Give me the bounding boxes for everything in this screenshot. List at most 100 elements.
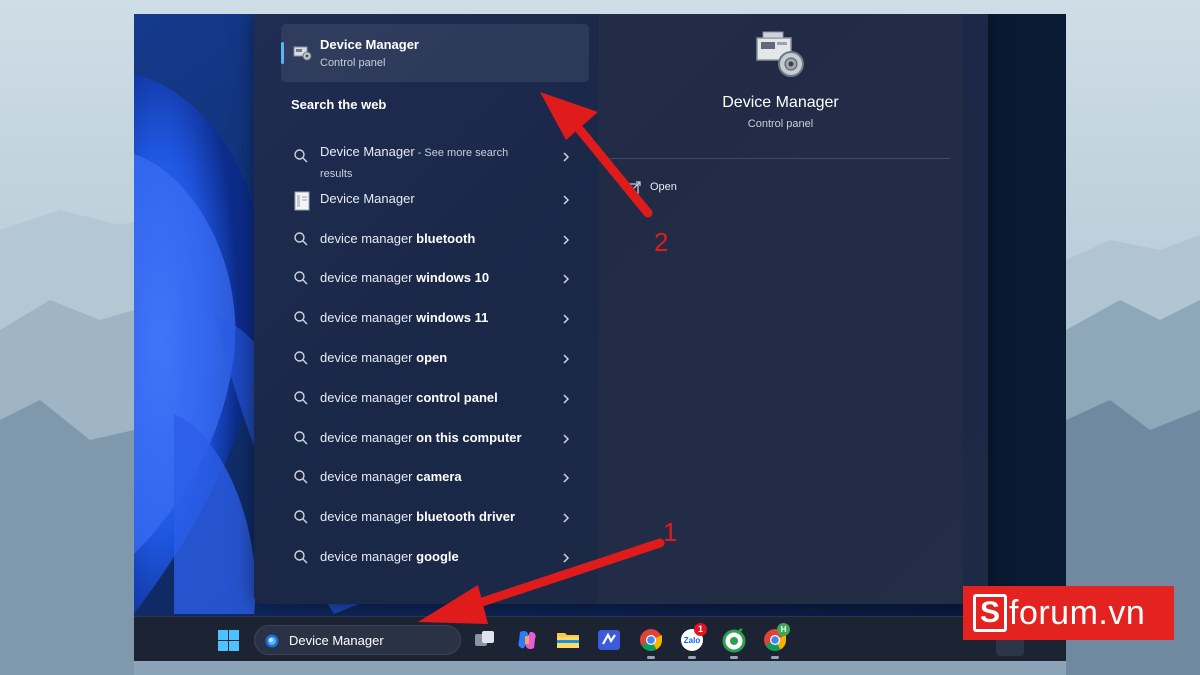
web-result-label: device manager on this computer — [320, 430, 522, 445]
web-result-label: device manager camera — [320, 469, 462, 484]
result-bold-term: windows 10 — [416, 270, 490, 285]
web-result-item[interactable]: device manager google — [281, 538, 589, 576]
web-result-item[interactable]: device manager camera — [281, 458, 589, 496]
coc-coc-button[interactable] — [721, 627, 747, 659]
chrome-button[interactable] — [638, 627, 664, 659]
web-result-label: device manager google — [320, 549, 459, 564]
svg-text:Zalo: Zalo — [684, 636, 701, 645]
search-icon — [293, 350, 309, 371]
best-match-result[interactable]: Device Manager Control panel — [281, 24, 589, 82]
detail-subtitle: Control panel — [747, 118, 814, 130]
chrome-profile-button[interactable]: H — [762, 623, 790, 659]
copilot-button[interactable] — [514, 627, 540, 653]
chevron-right-icon — [561, 150, 571, 168]
running-indicator — [771, 656, 779, 659]
windows-start-icon[interactable] — [218, 630, 240, 657]
web-result-label: Device Manager — [320, 191, 415, 206]
search-icon — [293, 148, 309, 169]
file-explorer-button[interactable] — [555, 627, 581, 653]
result-bold-term: open — [416, 350, 448, 365]
search-icon — [293, 469, 309, 490]
device-manager-icon — [293, 44, 313, 67]
chevron-right-icon — [561, 272, 571, 290]
web-result-label: device manager windows 10 — [320, 270, 489, 285]
open-action-label: Open — [650, 181, 677, 193]
search-icon — [264, 633, 280, 654]
search-icon — [293, 390, 309, 411]
chevron-right-icon — [561, 551, 571, 569]
taskbar-search-box[interactable]: Device Manager — [254, 625, 461, 655]
web-result-item[interactable]: Device Manager — [281, 180, 589, 218]
selection-accent-bar — [281, 42, 284, 64]
chevron-right-icon — [561, 511, 571, 529]
sforum-logo-text: forum.vn — [1009, 593, 1146, 632]
chevron-right-icon — [561, 432, 571, 450]
chevron-right-icon — [561, 471, 571, 489]
open-external-icon — [626, 180, 642, 201]
best-match-subtitle: Control panel — [320, 57, 386, 69]
result-prefix: device manager — [320, 509, 417, 524]
result-prefix: device manager — [320, 549, 417, 564]
web-result-item[interactable]: device manager windows 11 — [281, 299, 589, 337]
search-icon — [293, 549, 309, 570]
result-prefix: device manager — [320, 469, 417, 484]
chevron-right-icon — [561, 352, 571, 370]
running-indicator — [647, 656, 655, 659]
web-result-item[interactable]: device manager bluetooth — [281, 220, 589, 258]
web-result-label: device manager control panel — [320, 390, 498, 405]
taskbar-search-value: Device Manager — [289, 633, 384, 648]
web-result-item[interactable]: device manager windows 10 — [281, 259, 589, 297]
result-bold-term: windows 11 — [416, 310, 489, 325]
chevron-right-icon — [561, 193, 571, 211]
web-result-item[interactable]: device manager bluetooth driver — [281, 498, 589, 536]
result-prefix: device manager — [320, 310, 417, 325]
task-view-button[interactable] — [472, 627, 498, 653]
detail-pane: Device Manager Control panel Open — [598, 14, 963, 604]
search-icon — [293, 509, 309, 530]
search-the-web-heading: Search the web — [291, 97, 387, 112]
search-icon — [293, 430, 309, 451]
start-search-panel: Device Manager Control panel Search the … — [254, 14, 988, 604]
result-bold-term: on this computer — [416, 430, 522, 445]
result-prefix: Device Manager — [320, 144, 415, 159]
result-prefix: device manager — [320, 430, 417, 445]
running-indicator — [688, 656, 696, 659]
sforum-logo: S forum.vn — [963, 586, 1174, 640]
web-result-item[interactable]: device manager control panel — [281, 379, 589, 417]
open-action[interactable]: Open — [626, 179, 746, 199]
web-result-item[interactable]: device manager open — [281, 339, 589, 377]
search-icon — [293, 270, 309, 291]
result-bold-term: google — [416, 549, 459, 564]
chevron-right-icon — [561, 392, 571, 410]
web-result-label: device manager bluetooth — [320, 231, 475, 246]
web-result-label: device manager bluetooth driver — [320, 509, 515, 524]
vscode-button[interactable] — [596, 627, 622, 653]
sforum-logo-s: S — [973, 594, 1007, 632]
zalo-notification-badge: 1 — [694, 623, 707, 636]
web-result-label: device manager open — [320, 350, 447, 365]
result-bold-term: control panel — [416, 390, 498, 405]
device-manager-file-icon — [293, 191, 311, 216]
result-bold-term: bluetooth driver — [416, 509, 516, 524]
result-prefix: Device Manager — [320, 191, 415, 206]
result-prefix: device manager — [320, 350, 417, 365]
results-column: Device Manager Control panel Search the … — [254, 14, 598, 604]
search-icon — [293, 310, 309, 331]
result-bold-term: bluetooth — [416, 231, 476, 246]
best-match-title: Device Manager — [320, 37, 419, 52]
result-prefix: device manager — [320, 231, 417, 246]
device-manager-large-icon — [753, 28, 809, 89]
web-result-label: Device Manager - See more search results — [320, 142, 540, 184]
web-result-item[interactable]: device manager on this computer — [281, 419, 589, 457]
chevron-right-icon — [561, 233, 571, 251]
result-prefix: device manager — [320, 390, 417, 405]
step-number-2: 2 — [654, 227, 669, 257]
zalo-button[interactable]: Zalo 1 — [679, 623, 707, 659]
result-bold-term: camera — [416, 469, 462, 484]
desktop-screen: Device Manager Control panel Search the … — [134, 14, 1066, 661]
step-number-1: 1 — [663, 517, 678, 547]
running-indicator — [730, 656, 738, 659]
profile-badge: H — [777, 623, 790, 636]
chevron-right-icon — [561, 312, 571, 330]
result-prefix: device manager — [320, 270, 417, 285]
